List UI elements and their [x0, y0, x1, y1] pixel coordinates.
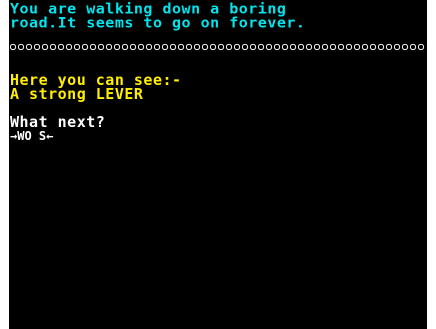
divider: [10, 43, 426, 53]
visible-item: A strong LEVER: [10, 85, 144, 103]
description-line-2: road.It seems to go on forever.: [10, 14, 306, 32]
prompt-question: What next?: [10, 113, 106, 131]
command-input[interactable]: →WO S←: [10, 130, 53, 142]
game-screen: You are walking down a boring road.It se…: [9, 0, 427, 329]
